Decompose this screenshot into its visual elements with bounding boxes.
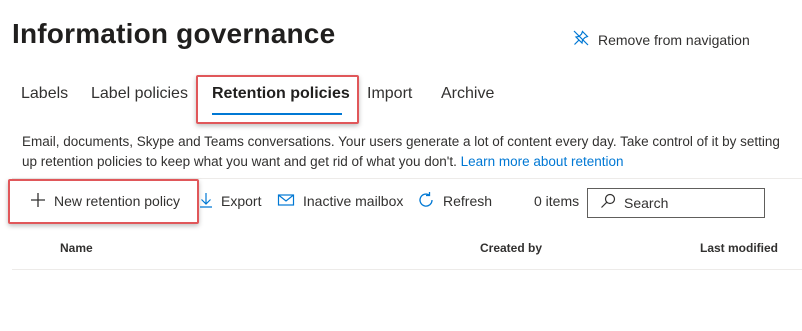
description-text: Email, documents, Skype and Teams conver… xyxy=(22,134,780,169)
export-button[interactable]: Export xyxy=(199,189,261,213)
pin-off-icon xyxy=(572,29,590,50)
page-title: Information governance xyxy=(12,18,336,49)
toolbar-divider xyxy=(12,178,802,179)
refresh-label: Refresh xyxy=(443,193,493,209)
mail-icon xyxy=(277,192,295,211)
plus-icon xyxy=(30,192,46,211)
export-label: Export xyxy=(221,193,262,209)
tab-labels[interactable]: Labels xyxy=(21,76,68,112)
tab-label-policies[interactable]: Label policies xyxy=(91,76,188,112)
tab-bar: Labels Label policies Retention policies… xyxy=(10,76,800,116)
refresh-button[interactable]: Refresh xyxy=(417,189,492,213)
tab-retention-policies[interactable]: Retention policies xyxy=(212,76,350,112)
new-retention-policy-label: New retention policy xyxy=(54,193,181,209)
page-description: Email, documents, Skype and Teams conver… xyxy=(22,132,782,172)
column-header-name[interactable]: Name xyxy=(60,241,93,255)
tab-archive[interactable]: Archive xyxy=(441,76,494,112)
download-arrow-icon xyxy=(199,192,213,211)
new-retention-policy-button[interactable]: New retention policy xyxy=(30,189,180,213)
column-header-created-by[interactable]: Created by xyxy=(480,241,542,255)
inactive-mailbox-button[interactable]: Inactive mailbox xyxy=(277,189,403,213)
search-icon xyxy=(600,193,616,214)
remove-from-navigation-label: Remove from navigation xyxy=(598,31,750,48)
tab-import[interactable]: Import xyxy=(367,76,412,112)
table-header-divider xyxy=(12,269,802,270)
column-header-last-modified[interactable]: Last modified xyxy=(700,241,778,255)
inactive-mailbox-label: Inactive mailbox xyxy=(303,193,404,209)
learn-more-link[interactable]: Learn more about retention xyxy=(461,154,624,169)
search-box[interactable] xyxy=(587,188,765,218)
active-tab-indicator xyxy=(212,113,342,115)
remove-from-navigation-button[interactable]: Remove from navigation xyxy=(572,29,750,50)
items-count: 0 items xyxy=(534,193,580,209)
refresh-icon xyxy=(417,191,435,212)
search-input[interactable] xyxy=(624,195,754,211)
